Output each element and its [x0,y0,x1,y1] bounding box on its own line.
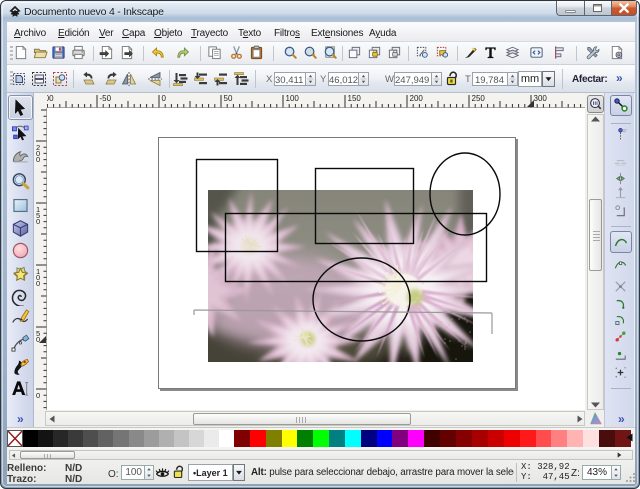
svg-text:0: 0 [36,279,40,288]
svg-text:0: 0 [36,217,40,226]
svg-text:250: 250 [472,94,486,103]
svg-text:50: 50 [224,94,233,103]
svg-text:300: 300 [534,94,548,103]
svg-text:100: 100 [286,94,300,103]
svg-text:0: 0 [162,94,167,103]
svg-text:200: 200 [410,94,424,103]
svg-text:0: 0 [36,391,40,400]
svg-text:-50: -50 [100,94,112,103]
svg-text:0: 0 [36,155,40,164]
svg-text:150: 150 [348,94,362,103]
